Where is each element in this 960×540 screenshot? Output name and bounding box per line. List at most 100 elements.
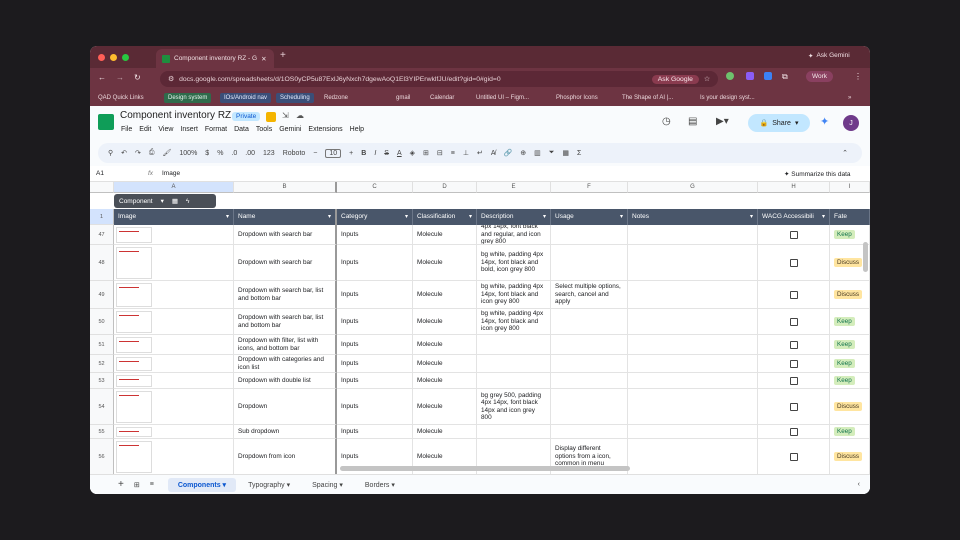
fate-cell[interactable]: Keep [830, 425, 870, 439]
classification-cell[interactable]: Molecule [413, 425, 477, 439]
bookmark-item[interactable]: Redzone [324, 93, 348, 103]
menu-data[interactable]: Data [234, 126, 249, 133]
category-cell[interactable]: Inputs [337, 373, 413, 389]
accessibility-checkbox-cell[interactable] [758, 389, 830, 425]
select-all-corner[interactable] [90, 182, 114, 193]
fate-chip[interactable]: Keep [834, 316, 855, 327]
bookmark-star-icon[interactable]: ☆ [704, 75, 710, 83]
row-header[interactable]: 48 [90, 245, 114, 281]
header-name[interactable]: Name ▾ [234, 209, 337, 225]
image-cell[interactable] [114, 373, 234, 389]
column-header[interactable]: G [628, 182, 758, 193]
menu-extensions[interactable]: Extensions [308, 126, 342, 133]
vertical-scrollbar[interactable] [863, 242, 868, 272]
chevron-down-icon[interactable]: ▾ [405, 209, 408, 225]
description-cell[interactable]: 4px 14px, font black and regular, and ic… [477, 225, 551, 245]
category-cell[interactable]: Inputs [337, 245, 413, 281]
close-tab-icon[interactable]: ✕ [261, 55, 266, 63]
extension-icon[interactable] [726, 72, 734, 80]
description-cell[interactable] [477, 355, 551, 373]
name-cell[interactable]: Dropdown [234, 389, 337, 425]
insert-chart-icon[interactable]: ▥ [534, 149, 541, 157]
notes-cell[interactable] [628, 225, 758, 245]
cloud-status-icon[interactable]: ☁ [296, 111, 304, 120]
horizontal-align-icon[interactable]: ≡ [451, 150, 455, 157]
usage-cell[interactable] [551, 373, 628, 389]
image-cell[interactable] [114, 225, 234, 245]
image-cell[interactable] [114, 439, 234, 474]
fate-cell[interactable]: Discuss [830, 389, 870, 425]
fate-chip[interactable]: Keep [834, 229, 855, 240]
notes-cell[interactable] [628, 373, 758, 389]
name-cell[interactable]: Dropdown with search bar [234, 225, 337, 245]
increase-decimal-button[interactable]: .00 [245, 150, 255, 157]
percent-button[interactable]: % [217, 150, 223, 157]
column-header[interactable]: H [758, 182, 830, 193]
bookmark-item[interactable]: Is your design syst... [700, 93, 755, 103]
extensions-puzzle-icon[interactable]: ⧉ [782, 72, 788, 82]
sheet-list-icon[interactable]: ⊞ [134, 481, 140, 489]
new-tab-icon[interactable]: + [280, 50, 286, 61]
table-automation-icon[interactable]: ϟ [186, 198, 189, 205]
header-image[interactable]: Image ▾ [114, 209, 234, 225]
description-cell[interactable]: bg grey 500, padding 4px 14px, font blac… [477, 389, 551, 425]
menu-gemini[interactable]: Gemini [279, 126, 301, 133]
bookmark-item[interactable]: QAD Quick Links [98, 93, 144, 103]
private-badge[interactable]: Private [232, 112, 261, 121]
accessibility-checkbox[interactable] [789, 452, 798, 461]
print-icon[interactable]: ⎙ [149, 149, 155, 157]
bookmark-item[interactable]: gmail [396, 93, 410, 103]
menu-format[interactable]: Format [205, 126, 227, 133]
image-cell[interactable] [114, 335, 234, 355]
column-header[interactable]: A [114, 182, 234, 193]
chevron-down-icon[interactable]: ▾ [620, 209, 623, 225]
borders-icon[interactable]: ⊞ [423, 149, 429, 157]
accessibility-checkbox-cell[interactable] [758, 225, 830, 245]
column-header[interactable]: I [830, 182, 870, 193]
row-header[interactable]: 50 [90, 309, 114, 335]
text-rotation-icon[interactable]: A̸ [491, 150, 496, 157]
filter-icon[interactable]: ⏷ [549, 149, 555, 157]
sheet-tab-components[interactable]: Components ▾ [167, 477, 237, 492]
row-header[interactable]: 56 [90, 439, 114, 474]
accessibility-checkbox-cell[interactable] [758, 335, 830, 355]
column-header[interactable]: D [413, 182, 477, 193]
row-header[interactable]: 49 [90, 281, 114, 309]
accessibility-checkbox[interactable] [789, 340, 798, 349]
category-cell[interactable]: Inputs [337, 355, 413, 373]
sheet-tab-borders[interactable]: Borders ▾ [355, 478, 405, 492]
name-cell[interactable]: Dropdown with search bar, list and botto… [234, 281, 337, 309]
accessibility-checkbox-cell[interactable] [758, 425, 830, 439]
explore-chevron-icon[interactable]: ‹ [858, 481, 860, 488]
classification-cell[interactable]: Molecule [413, 373, 477, 389]
number-format-button[interactable]: 123 [263, 150, 275, 157]
header-category[interactable]: Category ▾ [337, 209, 413, 225]
column-header[interactable]: F [551, 182, 628, 193]
spreadsheet-grid[interactable]: A B C D E F G H I Component ▾ ▦ ϟ 1 Imag… [90, 182, 870, 474]
fate-chip[interactable]: Discuss [834, 451, 863, 462]
add-sheet-icon[interactable]: + [118, 479, 124, 490]
row-header-1[interactable]: 1 [90, 209, 114, 225]
name-cell[interactable]: Dropdown with search bar [234, 245, 337, 281]
row-header[interactable]: 53 [90, 373, 114, 389]
accessibility-checkbox[interactable] [789, 402, 798, 411]
insert-comment-icon[interactable]: ⊕ [520, 149, 526, 157]
name-cell[interactable]: Dropdown with filter, list with icons, a… [234, 335, 337, 355]
font-size-decrease-icon[interactable]: − [313, 150, 317, 157]
fate-chip[interactable]: Discuss [834, 257, 863, 268]
bookmark-item[interactable]: Phosphor Icons [556, 93, 598, 103]
move-icon[interactable]: ⇲ [282, 111, 289, 120]
category-cell[interactable]: Inputs [337, 335, 413, 355]
image-cell[interactable] [114, 281, 234, 309]
menu-view[interactable]: View [158, 126, 173, 133]
search-menus-icon[interactable]: ⚲ [108, 149, 113, 157]
name-cell[interactable]: Dropdown with categories and icon list [234, 355, 337, 373]
header-accessibility[interactable]: WACG Accessibili ▾ [758, 209, 830, 225]
collapse-toolbar-icon[interactable]: ⌃ [842, 149, 848, 157]
accessibility-checkbox-cell[interactable] [758, 373, 830, 389]
classification-cell[interactable]: Molecule [413, 335, 477, 355]
url-field[interactable]: ⚙ docs.google.com/spreadsheets/d/1OS0yCP… [160, 71, 718, 87]
image-cell[interactable] [114, 425, 234, 439]
italic-icon[interactable]: I [374, 150, 376, 157]
gemini-sparkle-icon[interactable]: ✦ [820, 115, 829, 128]
